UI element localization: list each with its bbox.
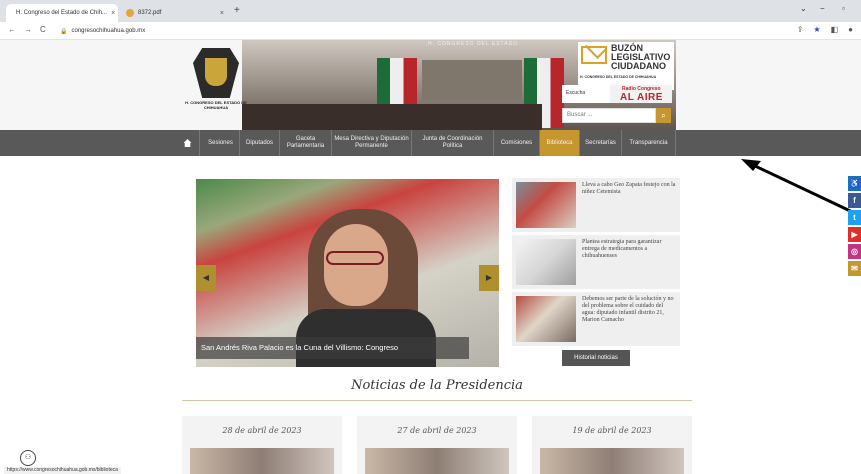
list-item[interactable]: Plantea estrategia para garantizar entre… [512, 235, 680, 289]
mail-icon[interactable]: ✉ [848, 261, 861, 276]
address-bar-row: ← → C 🔒 congresochihuahua.gob.mx ⇪ ★ ◧ ● [0, 22, 861, 40]
radio-congreso-banner[interactable]: Escucha Radio Congreso AL AIRE [562, 85, 672, 103]
radio-listen-label: Escucha [566, 90, 586, 96]
slider-prev-icon[interactable]: ◀ [196, 265, 216, 291]
url-field[interactable]: 🔒 congresochihuahua.gob.mx [60, 24, 790, 38]
card-date: 19 de abril de 2023 [572, 426, 652, 435]
buzon-title: BUZÓN LEGISLATIVO CIUDADANO [611, 43, 671, 71]
buzon-legislativo-banner[interactable]: BUZÓN LEGISLATIVO CIUDADANO H. CONGRESO … [578, 42, 674, 90]
accessibility-icon[interactable]: ♿ [848, 176, 861, 191]
tab-pdf[interactable]: 8372.pdf × [120, 4, 230, 22]
site-header [0, 40, 861, 130]
envelope-icon [581, 46, 607, 64]
reload-icon[interactable]: C [40, 25, 46, 34]
nav-transparencia[interactable]: Transparencia [622, 130, 676, 156]
search-icon[interactable]: ⌕ [656, 108, 671, 123]
back-icon[interactable]: ← [8, 25, 16, 34]
nav-biblioteca[interactable]: Biblioteca [540, 130, 580, 156]
card-image [540, 448, 684, 474]
news-slider[interactable]: ◀ ▶ San Andrés Riva Palacio es la Cuna d… [196, 179, 499, 367]
list-item[interactable]: Debemos ser parte de la solución y no de… [512, 292, 680, 346]
banner-motto: H. CONGRESO DEL ESTADO [428, 41, 519, 47]
sidebar-icon[interactable]: ◧ [831, 25, 839, 34]
slide-caption[interactable]: San Andrés Riva Palacio es la Cuna del V… [196, 337, 469, 359]
home-icon [183, 139, 192, 147]
radio-main: AL AIRE [620, 92, 663, 103]
news-list: Lleva a cabo Geo Zapata festejo con la n… [512, 178, 680, 349]
nav-diputados[interactable]: Diputados [240, 130, 280, 156]
buzon-subtitle: H. CONGRESO DEL ESTADO DE CHIHUAHUA [580, 75, 657, 79]
close-icon[interactable]: × [111, 10, 115, 17]
nav-gaceta[interactable]: Gaceta Parlamentaria [280, 130, 332, 156]
tab-search-icon[interactable]: ⌄ [800, 4, 807, 13]
slider-next-icon[interactable]: ▶ [479, 265, 499, 291]
nav-home[interactable] [176, 130, 200, 156]
accessibility-widget-icon[interactable]: ⚇ [20, 450, 36, 466]
news-thumbnail [516, 239, 576, 285]
congreso-logo[interactable]: H. CONGRESO DEL ESTADO DE CHIHUAHUA [185, 40, 247, 115]
logo-text: H. CONGRESO DEL ESTADO DE CHIHUAHUA [185, 100, 247, 110]
card-image [365, 448, 509, 474]
close-icon[interactable]: × [220, 10, 224, 17]
twitter-icon[interactable]: t [848, 210, 861, 225]
nav-sesiones[interactable]: Sesiones [202, 130, 240, 156]
lock-icon: 🔒 [60, 28, 68, 35]
main-nav: Sesiones Diputados Gaceta Parlamentaria … [0, 130, 861, 156]
news-thumbnail [516, 296, 576, 342]
tab-title: H. Congreso del Estado de Chih... [16, 10, 108, 16]
news-title: Lleva a cabo Geo Zapata festejo con la n… [582, 182, 676, 195]
news-thumbnail [516, 182, 576, 228]
pdf-favicon-icon [126, 9, 134, 17]
tab-congreso[interactable]: H. Congreso del Estado de Chih... × [6, 4, 118, 22]
bookmark-star-icon[interactable]: ★ [813, 25, 820, 34]
news-title: Debemos ser parte de la solución y no de… [582, 296, 674, 323]
news-title: Plantea estrategia para garantizar entre… [582, 239, 662, 259]
presidencia-card[interactable]: 28 de abril de 2023 [182, 416, 342, 474]
card-date: 27 de abril de 2023 [397, 426, 477, 435]
search-input[interactable]: Buscar ... [562, 108, 656, 123]
shield-icon [205, 58, 227, 86]
new-tab-icon[interactable]: + [234, 5, 240, 16]
youtube-icon[interactable]: ▶ [848, 227, 861, 242]
history-news-button[interactable]: Historial noticias [562, 350, 630, 366]
instagram-icon[interactable]: ◎ [848, 244, 861, 259]
share-icon[interactable]: ⇪ [797, 25, 804, 34]
nav-secretarias[interactable]: Secretarías [580, 130, 622, 156]
card-date: 28 de abril de 2023 [222, 426, 302, 435]
browser-tab-bar: H. Congreso del Estado de Chih... × 8372… [0, 0, 861, 22]
url-text: congresochihuahua.gob.mx [71, 28, 146, 34]
list-item[interactable]: Lleva a cabo Geo Zapata festejo con la n… [512, 178, 680, 232]
divider [182, 400, 692, 401]
nav-mesa-directiva[interactable]: Mesa Directiva y Diputación Permanente [332, 130, 412, 156]
maximize-icon[interactable]: ▫ [842, 4, 845, 13]
facebook-icon[interactable]: f [848, 193, 861, 208]
presidencia-card[interactable]: 19 de abril de 2023 [532, 416, 692, 474]
presidencia-title: Noticias de la Presidencia [351, 378, 523, 393]
profile-icon[interactable]: ● [848, 25, 853, 34]
tab-title: 8372.pdf [138, 10, 162, 16]
card-image [190, 448, 334, 474]
status-bar-url: https://www.congresochihuahua.gob.mx/bib… [4, 467, 121, 474]
social-sidebar: ♿ f t ▶ ◎ ✉ [848, 176, 861, 278]
forward-icon[interactable]: → [24, 25, 32, 34]
nav-junta[interactable]: Junta de Coordinación Política [412, 130, 494, 156]
annotation-arrow-icon [741, 159, 861, 218]
nav-comisiones[interactable]: Comisiones [494, 130, 540, 156]
minimize-icon[interactable]: − [820, 4, 825, 13]
presidencia-card[interactable]: 27 de abril de 2023 [357, 416, 517, 474]
